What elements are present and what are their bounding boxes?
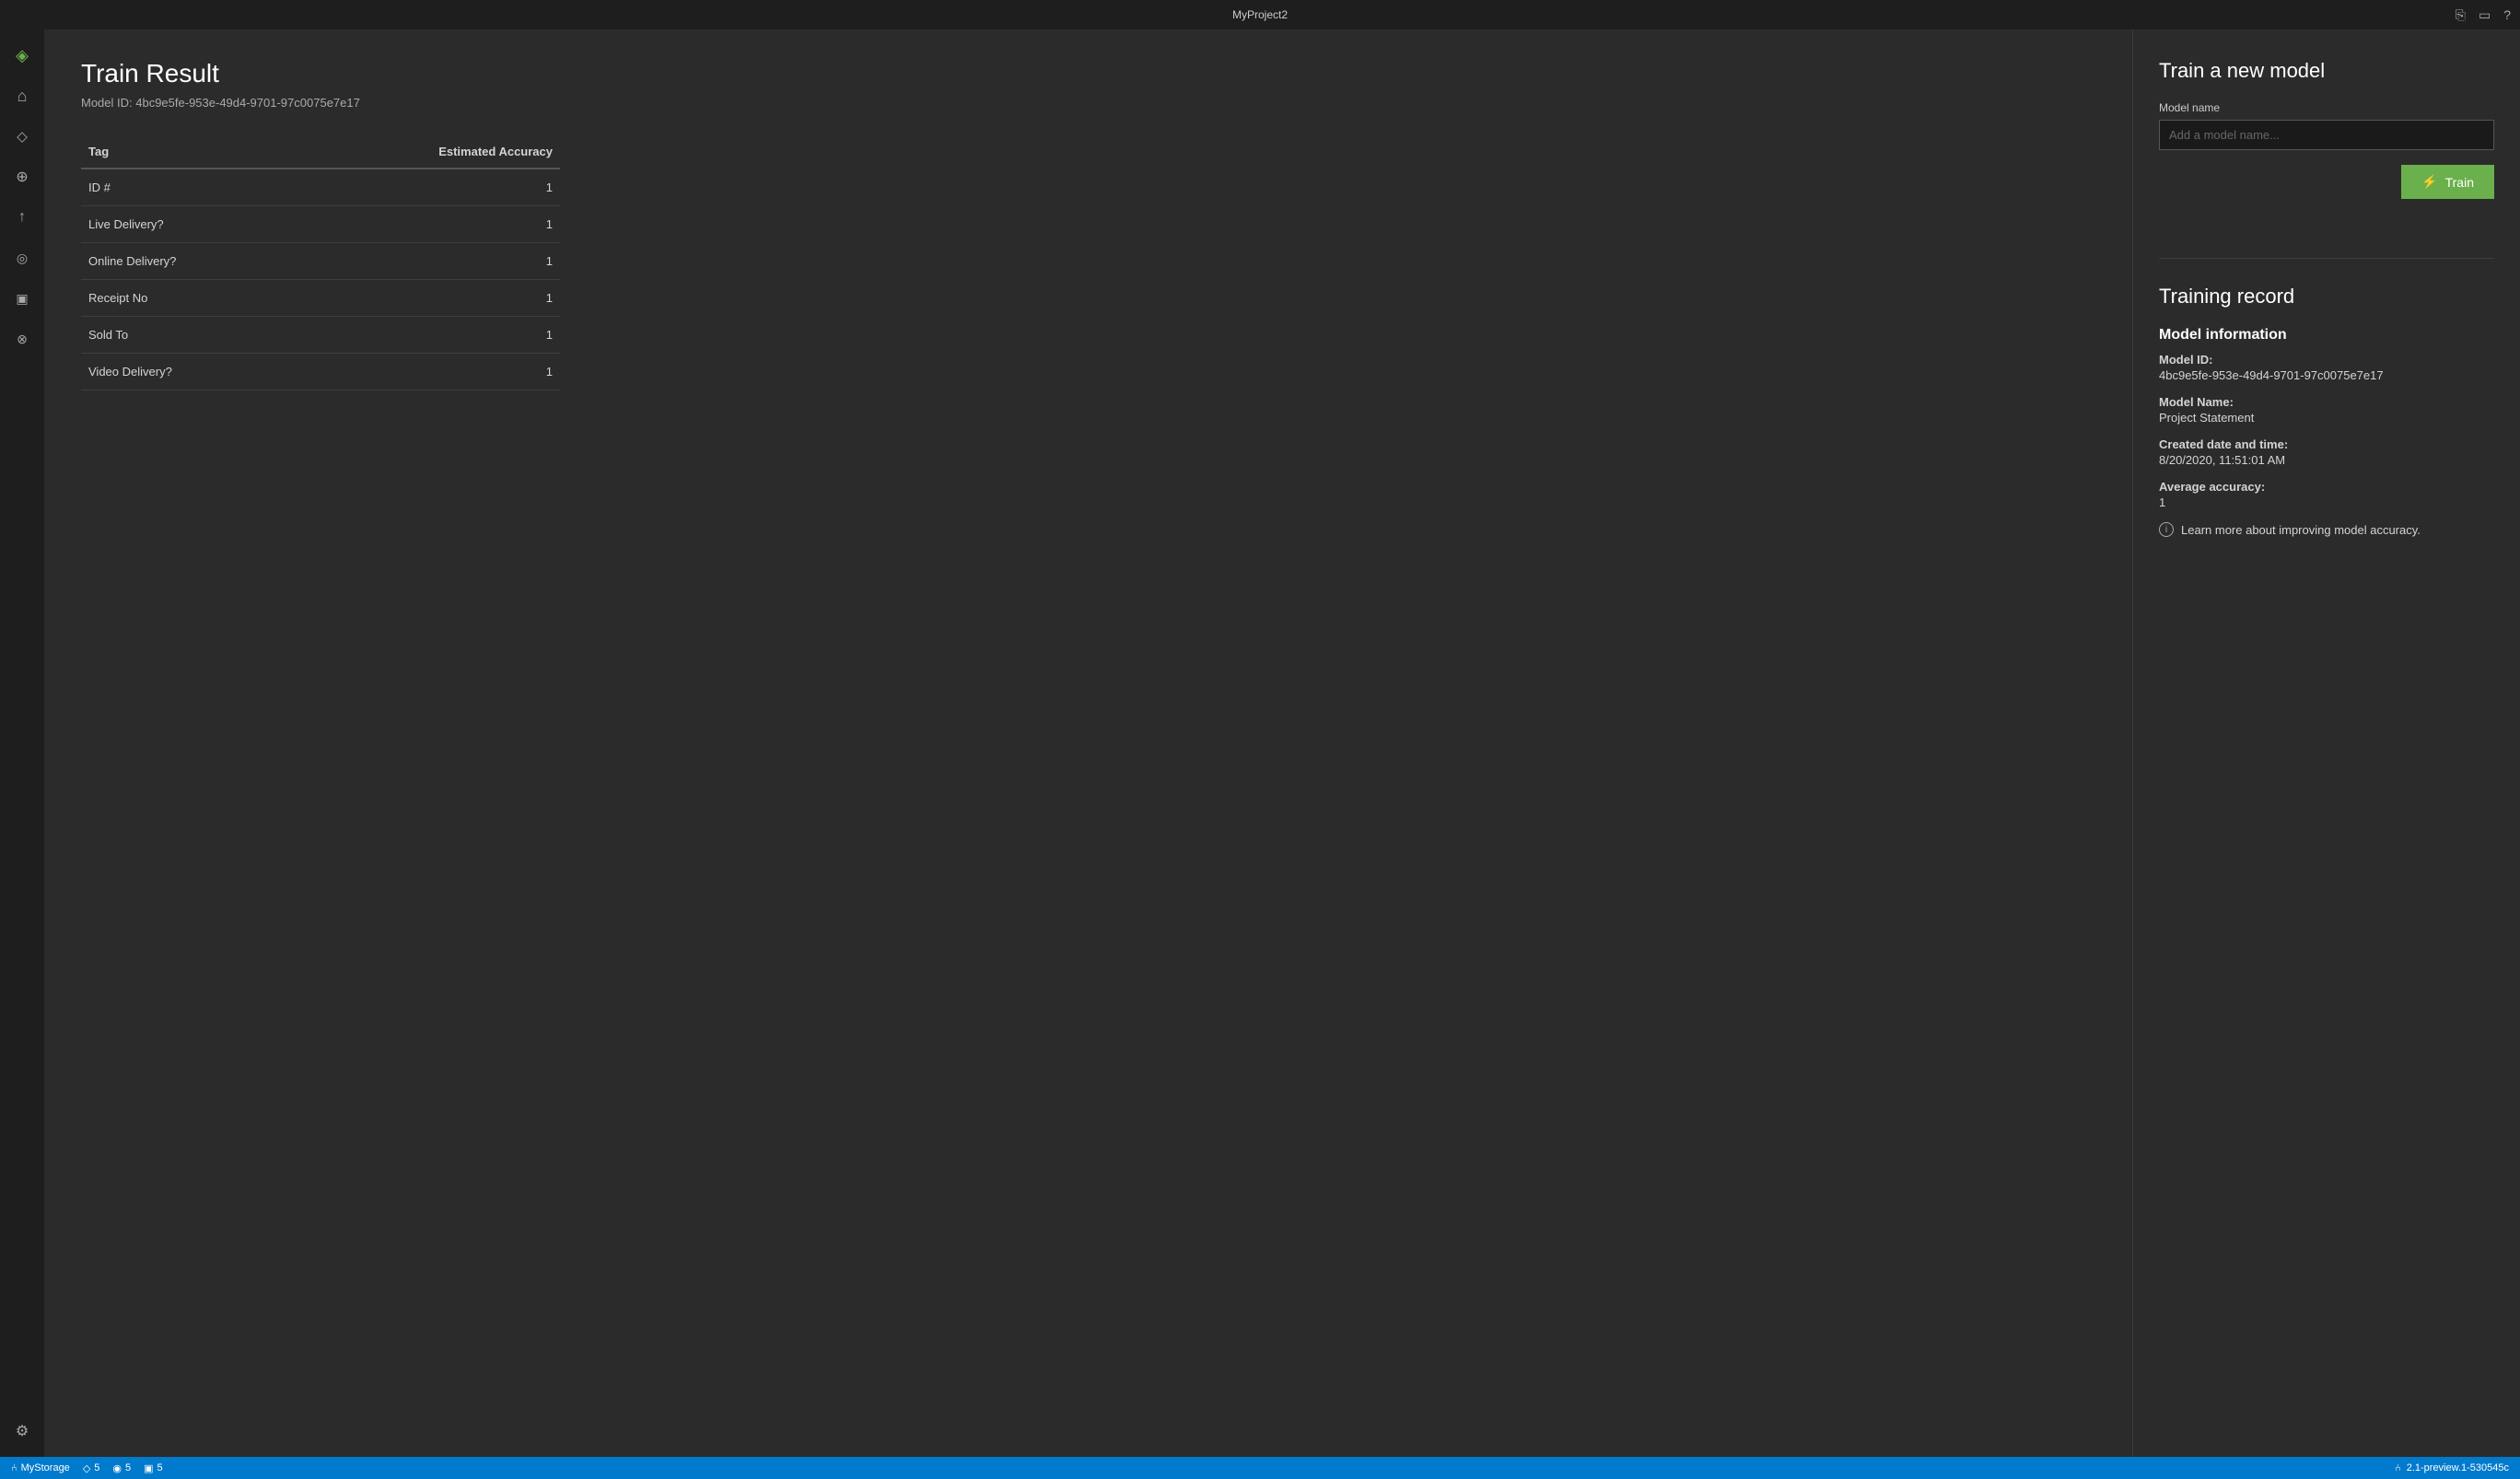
model-name-record-value: Project Statement [2159,411,2494,425]
people-icon: ⊕ [16,168,28,186]
content-area: Train Result Model ID: 4bc9e5fe-953e-49d… [44,29,2520,1457]
accuracy-cell: 1 [294,354,560,390]
train-button[interactable]: ⚡ Train [2401,165,2494,199]
doc-item: ▣ 5 [144,1462,163,1474]
model-info-title: Model information [2159,327,2494,344]
model-id-value: 4bc9e5fe-953e-49d4-9701-97c0075e7e17 [2159,368,2494,382]
avg-accuracy-label: Average accuracy: [2159,480,2494,494]
table-row: Receipt No 1 [81,280,560,317]
main-panel: Train Result Model ID: 4bc9e5fe-953e-49d… [44,29,2133,1457]
titlebar-title: MyProject2 [1232,8,1288,21]
tag-cell: Sold To [81,317,294,354]
info-circle-icon: i [2159,522,2174,537]
created-value: 8/20/2020, 11:51:01 AM [2159,453,2494,467]
tag-status-icon: ◇ [83,1462,90,1474]
page-title: Train Result [81,59,2095,88]
model-name-record-label: Model Name: [2159,395,2494,409]
table-row: Video Delivery? 1 [81,354,560,390]
tag-cell: Receipt No [81,280,294,317]
tag-cell: Online Delivery? [81,243,294,280]
visited-item: ◉ 5 [112,1462,131,1474]
help-icon[interactable]: ? [2503,7,2511,22]
right-panel: Train a new model Model name ⚡ Train Tra… [2133,29,2520,1457]
tag-cell: Video Delivery? [81,354,294,390]
results-table: Tag Estimated Accuracy ID # 1 Live Deliv… [81,135,560,390]
model-icon: ◎ [17,250,28,266]
created-label: Created date and time: [2159,437,2494,451]
sidebar-logo[interactable]: ◈ [4,37,41,74]
accuracy-cell: 1 [294,169,560,206]
storage-name: MyStorage [21,1462,70,1473]
accuracy-cell: 1 [294,280,560,317]
home-icon: ⌂ [18,87,28,106]
statusbar-left: ⑃ MyStorage ◇ 5 ◉ 5 ▣ 5 [11,1462,163,1474]
tag-cell: ID # [81,169,294,206]
col-tag: Tag [81,135,294,169]
eye-icon: ◉ [112,1462,122,1474]
learn-more-link[interactable]: Learn more about improving model accurac… [2181,523,2421,537]
branch-icon: ⑃ [11,1462,18,1473]
statusbar: ⑃ MyStorage ◇ 5 ◉ 5 ▣ 5 ⑃ 2.1-preview.1-… [0,1457,2520,1479]
training-record-title: Training record [2159,285,2494,309]
sidebar-item-documents[interactable]: ▣ [4,280,41,317]
storage-item: ⑃ MyStorage [11,1462,70,1473]
documents-icon: ▣ [16,291,28,307]
train-icon: ⚡ [2421,174,2437,190]
sidebar-item-model[interactable]: ◎ [4,239,41,276]
tag-icon: ◇ [17,128,28,145]
table-row: Online Delivery? 1 [81,243,560,280]
titlebar-icons: ⎘ ▭ ? [2456,7,2511,23]
logo-icon: ◈ [16,46,29,65]
doc-status-icon: ▣ [144,1462,153,1474]
train-new-model-title: Train a new model [2159,59,2494,83]
app-body: ◈ ⌂ ◇ ⊕ ↑ ◎ ▣ ⊗ ⚙ Train Result [0,29,2520,1457]
table-row: Sold To 1 [81,317,560,354]
sidebar: ◈ ⌂ ◇ ⊕ ↑ ◎ ▣ ⊗ ⚙ [0,29,44,1457]
doc-count: 5 [158,1462,163,1473]
tagged-item: ◇ 5 [83,1462,100,1474]
share-icon[interactable]: ⎘ [2456,7,2466,23]
branch-right-icon: ⑃ [2395,1462,2401,1473]
sidebar-item-connections[interactable]: ⊗ [4,320,41,357]
divider [2159,258,2494,259]
train-button-label: Train [2445,175,2474,190]
tagged-count: 5 [94,1462,99,1473]
col-accuracy: Estimated Accuracy [294,135,560,169]
statusbar-right: ⑃ 2.1-preview.1-530545c [2395,1462,2509,1473]
sidebar-item-active-learning[interactable]: ↑ [4,199,41,236]
table-row: ID # 1 [81,169,560,206]
version-text: 2.1-preview.1-530545c [2407,1462,2509,1473]
model-name-input[interactable] [2159,120,2494,150]
layout-icon[interactable]: ▭ [2479,7,2491,23]
model-id-label: Model ID: [2159,353,2494,367]
visited-count: 5 [125,1462,131,1473]
accuracy-cell: 1 [294,243,560,280]
connections-icon: ⊗ [17,332,28,347]
model-name-label: Model name [2159,101,2494,114]
learn-more-row: i Learn more about improving model accur… [2159,522,2494,537]
sidebar-item-people[interactable]: ⊕ [4,158,41,195]
model-id-text: Model ID: 4bc9e5fe-953e-49d4-9701-97c007… [81,96,2095,110]
accuracy-cell: 1 [294,317,560,354]
titlebar: MyProject2 ⎘ ▭ ? [0,0,2520,29]
model-info-section: Model information Model ID: 4bc9e5fe-953… [2159,327,2494,537]
sidebar-item-settings[interactable]: ⚙ [4,1413,41,1450]
table-row: Live Delivery? 1 [81,206,560,243]
active-learning-icon: ↑ [18,209,26,226]
tag-cell: Live Delivery? [81,206,294,243]
sidebar-item-home[interactable]: ⌂ [4,77,41,114]
accuracy-cell: 1 [294,206,560,243]
avg-accuracy-value: 1 [2159,495,2494,509]
sidebar-item-tag[interactable]: ◇ [4,118,41,155]
settings-icon: ⚙ [16,1422,29,1440]
